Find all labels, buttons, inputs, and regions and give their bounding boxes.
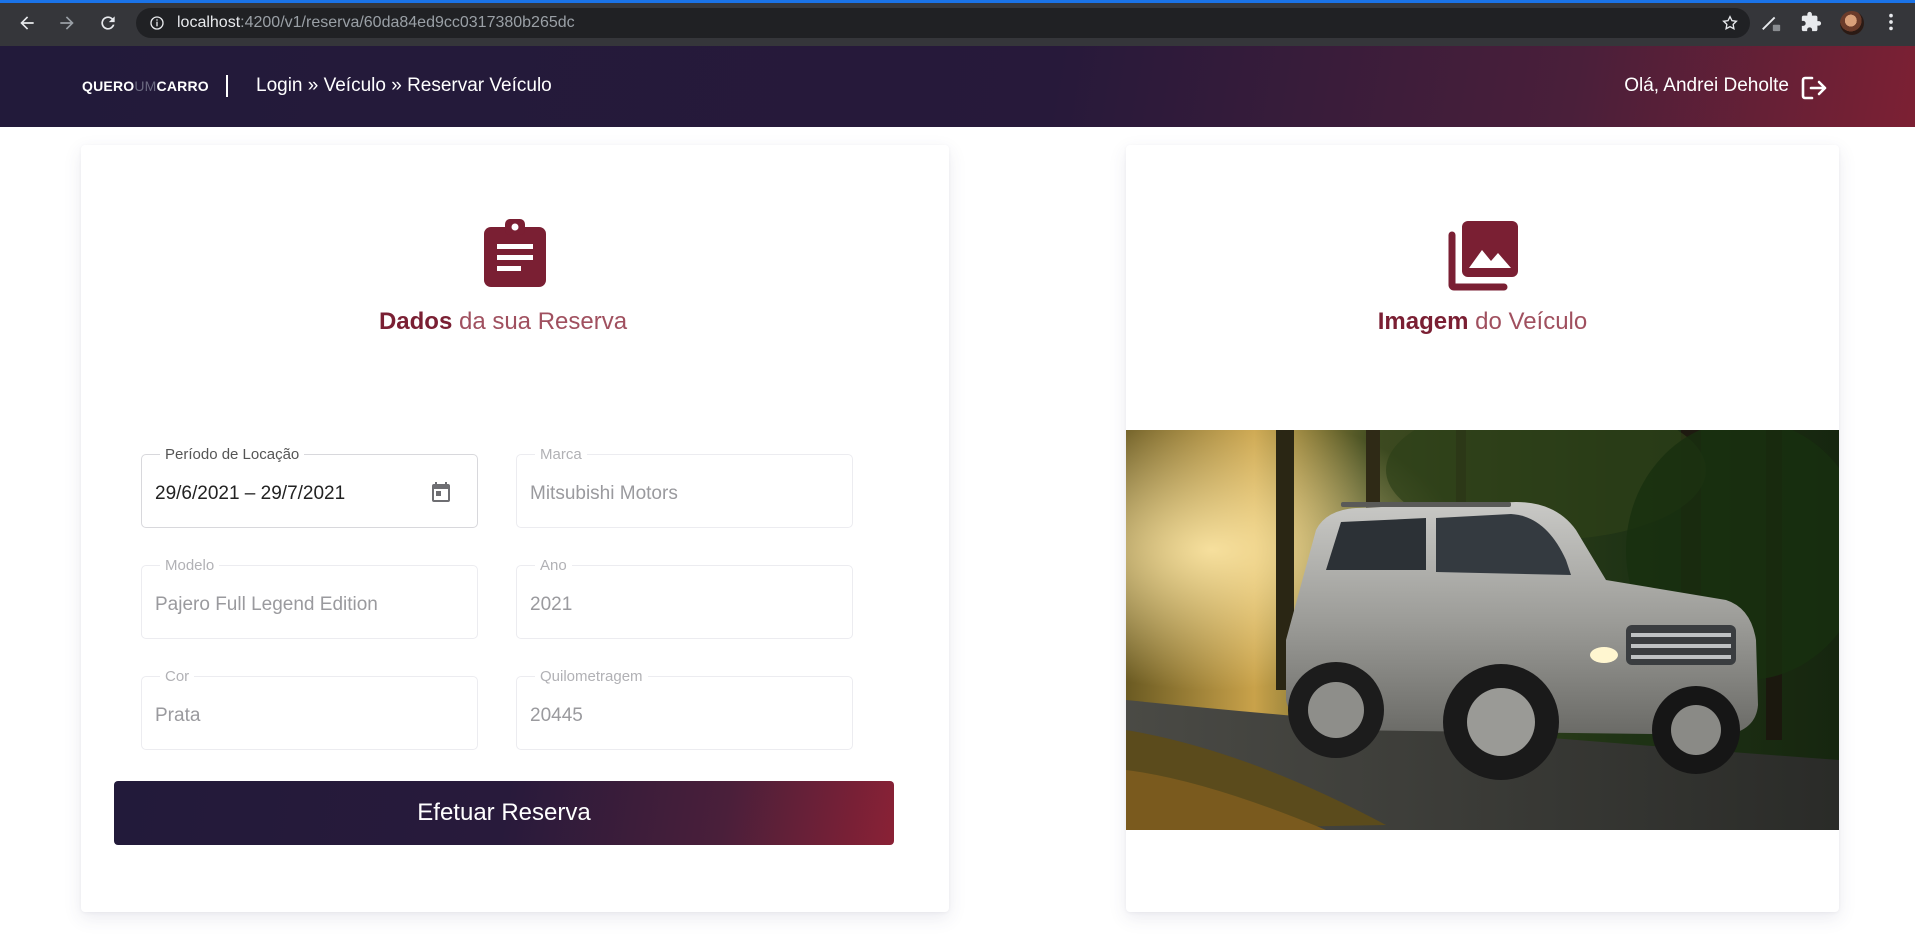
vehicle-image-title-strong: Imagem (1377, 308, 1469, 335)
rental-period-label: Período de Locação (160, 446, 305, 463)
logo[interactable]: QUEROUMCARRO (82, 78, 209, 94)
reservation-card: Dados da sua Reserva Período de Locação … (81, 145, 949, 912)
reservation-title-light: da sua Reserva (458, 308, 628, 335)
user-greeting: Olá, Andrei Deholte (1624, 75, 1789, 96)
vehicle-image-card: Imagem do Veículo (1126, 145, 1839, 912)
brand-label: Marca (535, 446, 587, 463)
browser-toolbar: localhost:4200/v1/reserva/60da84ed9cc031… (0, 0, 1915, 46)
photo-library-icon (1448, 221, 1518, 291)
year-label: Ano (535, 557, 572, 574)
logo-part-carro: CARRO (156, 78, 209, 94)
app-header: QUEROUMCARRO Login » Veículo » Reservar … (0, 46, 1915, 127)
reservation-title-strong: Dados (378, 308, 453, 335)
suv-photo-illustration (1126, 430, 1839, 830)
more-vertical-icon[interactable] (1880, 11, 1902, 33)
rental-period-field[interactable]: Período de Locação 29/6/2021 – 29/7/2021 (141, 446, 478, 528)
extension-pen-icon[interactable] (1760, 11, 1782, 33)
address-bar[interactable]: localhost:4200/v1/reserva/60da84ed9cc031… (136, 8, 1750, 38)
arrow-left-icon (20, 16, 34, 30)
mileage-label: Quilometragem (535, 668, 648, 685)
reload-icon (101, 16, 115, 30)
color-value: Prata (155, 705, 201, 726)
profile-avatar[interactable] (1840, 11, 1864, 35)
model-field[interactable]: Modelo Pajero Full Legend Edition (141, 557, 478, 639)
year-field[interactable]: Ano 2021 (516, 557, 853, 639)
url-text: localhost:4200/v1/reserva/60da84ed9cc031… (177, 14, 575, 32)
model-label: Modelo (160, 557, 220, 574)
url-host: localhost (177, 14, 241, 31)
puzzle-icon[interactable] (1800, 11, 1822, 33)
reload-button[interactable] (95, 10, 121, 36)
mileage-value: 20445 (530, 705, 583, 726)
vehicle-photo (1126, 430, 1839, 830)
breadcrumb[interactable]: Login » Veículo » Reservar Veículo (256, 75, 552, 97)
logout-icon[interactable] (1800, 75, 1828, 101)
color-label: Cor (160, 668, 195, 685)
logo-part-um: UM (134, 78, 157, 94)
vehicle-image-title-light: do Veículo (1475, 308, 1588, 335)
info-icon[interactable] (149, 15, 165, 31)
forward-button[interactable] (54, 10, 80, 36)
clipboard-icon (484, 219, 546, 287)
color-field[interactable]: Cor Prata (141, 668, 478, 750)
model-value: Pajero Full Legend Edition (155, 594, 378, 615)
loading-indicator (0, 0, 1915, 3)
arrow-right-icon (60, 16, 74, 30)
header-divider (226, 75, 228, 97)
mileage-field[interactable]: Quilometragem 20445 (516, 668, 853, 750)
back-button[interactable] (14, 10, 40, 36)
year-value: 2021 (530, 594, 573, 615)
brand-value: Mitsubishi Motors (530, 483, 678, 504)
rental-period-value[interactable]: 29/6/2021 – 29/7/2021 (155, 483, 345, 505)
reservation-title: Dados da sua Reserva (69, 308, 937, 336)
brand-field[interactable]: Marca Mitsubishi Motors (516, 446, 853, 528)
star-icon[interactable] (1721, 14, 1739, 32)
calendar-icon[interactable] (429, 480, 453, 504)
url-path: :4200/v1/reserva/60da84ed9cc0317380b265d… (240, 14, 575, 31)
vehicle-image-title: Imagem do Veículo (1126, 308, 1839, 336)
logo-part-quero: QUERO (82, 78, 135, 94)
make-reservation-button[interactable]: Efetuar Reserva (114, 781, 894, 845)
